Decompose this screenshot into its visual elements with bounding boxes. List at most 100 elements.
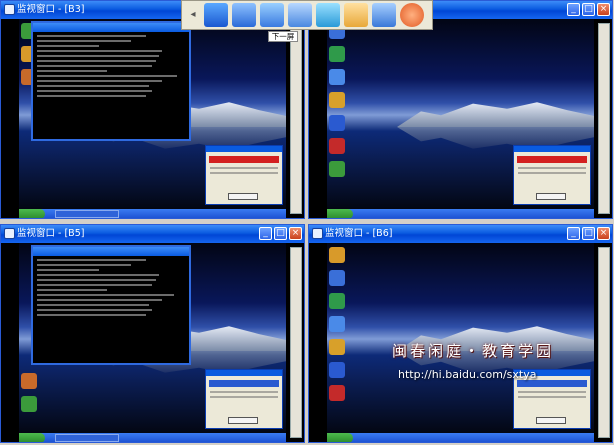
dialog-ok-button[interactable]: [228, 417, 258, 424]
desktop-icon[interactable]: [329, 316, 345, 332]
pane-titlebar[interactable]: 监视窗口 - [B5] _ □ ×: [1, 225, 304, 243]
window-buttons: _ □ ×: [567, 227, 610, 240]
command-prompt-titlebar: [33, 23, 189, 32]
dialog-text-line: [518, 172, 586, 174]
console-line: [37, 70, 108, 72]
restore-button[interactable]: □: [582, 227, 595, 240]
dialog-text-line: [518, 167, 586, 169]
console-line: [37, 274, 159, 276]
desktop-icon[interactable]: [329, 46, 345, 62]
command-prompt-window[interactable]: [31, 245, 191, 365]
dialog-text-line: [518, 391, 586, 393]
dialog-text-line: [210, 172, 278, 174]
dialog-info-banner: [517, 380, 587, 387]
restore-button[interactable]: □: [274, 227, 287, 240]
single-screen-icon[interactable]: [288, 3, 312, 27]
minimize-button[interactable]: _: [567, 3, 580, 16]
taskbar: [19, 209, 287, 218]
monitor-pane-2[interactable]: _ □ ×: [308, 0, 613, 219]
desktop-icon[interactable]: [21, 396, 37, 412]
monitor-grid: 监视窗口 - [B3] _ □ × 监视窗口 - [B5] _ □ × 监视窗口…: [0, 0, 614, 445]
start-button[interactable]: [327, 433, 353, 442]
refresh-icon[interactable]: [316, 3, 340, 27]
desktop-icon[interactable]: [329, 161, 345, 177]
console-line: [37, 35, 147, 37]
window-icon: [4, 4, 15, 15]
desktop-icons: [329, 247, 351, 401]
desktop-icon[interactable]: [329, 138, 345, 154]
transfer-icon[interactable]: [260, 3, 284, 27]
desktop-icon[interactable]: [329, 270, 345, 286]
vertical-scrollbar[interactable]: [598, 247, 610, 438]
console-line: [37, 75, 178, 77]
dialog-titlebar: [206, 146, 282, 152]
console-line: [37, 50, 162, 52]
window-icon: [312, 228, 323, 239]
start-button[interactable]: [19, 209, 45, 218]
console-line: [37, 45, 100, 47]
alert-dialog[interactable]: [513, 145, 591, 205]
vertical-scrollbar[interactable]: [290, 23, 302, 214]
alert-dialog[interactable]: [205, 369, 283, 429]
taskbar-item[interactable]: [55, 210, 119, 218]
vertical-scrollbar[interactable]: [290, 247, 302, 438]
minimize-button[interactable]: _: [259, 227, 272, 240]
console-line: [37, 95, 147, 97]
stop-icon[interactable]: [400, 3, 424, 27]
alert-dialog[interactable]: [205, 145, 283, 205]
screen-border: [309, 243, 327, 442]
desktop-icon[interactable]: [329, 69, 345, 85]
desktop-icon[interactable]: [329, 247, 345, 263]
minimize-button[interactable]: _: [567, 227, 580, 240]
command-prompt-window[interactable]: [31, 21, 191, 141]
close-button[interactable]: ×: [597, 227, 610, 240]
screen-border: [1, 243, 19, 442]
hand-icon[interactable]: [344, 3, 368, 27]
vertical-scrollbar[interactable]: [598, 23, 610, 214]
dialog-titlebar: [514, 146, 590, 152]
dialog-ok-button[interactable]: [536, 193, 566, 200]
dialog-text-line: [210, 391, 278, 393]
taskbar: [327, 433, 595, 442]
monitor-toolbar: ◂: [181, 0, 433, 30]
dialog-info-banner: [209, 380, 279, 387]
desktop-icon[interactable]: [329, 293, 345, 309]
arrow-left-icon[interactable]: ◂: [186, 3, 200, 27]
console-line: [37, 85, 150, 87]
close-button[interactable]: ×: [597, 3, 610, 16]
console-line: [37, 284, 153, 286]
screen-border: [1, 19, 19, 218]
fullscreen-icon[interactable]: [372, 3, 396, 27]
monitor-pane-b3[interactable]: 监视窗口 - [B3] _ □ ×: [0, 0, 305, 219]
next-screen-button[interactable]: 下一屏: [268, 31, 298, 42]
restore-button[interactable]: □: [582, 3, 595, 16]
console-line: [37, 309, 153, 311]
desktop-icon[interactable]: [329, 115, 345, 131]
multi-screen-icon[interactable]: [232, 3, 256, 27]
dialog-ok-button[interactable]: [536, 417, 566, 424]
close-button[interactable]: ×: [289, 227, 302, 240]
remote-desktop-screen[interactable]: [19, 243, 287, 442]
pane-titlebar[interactable]: 监视窗口 - [B6] _ □ ×: [309, 225, 612, 243]
remote-desktop-screen[interactable]: [19, 19, 287, 218]
desktop-icon[interactable]: [329, 385, 345, 401]
monitor-icon[interactable]: [204, 3, 228, 27]
console-line: [37, 269, 100, 271]
monitor-pane-b5[interactable]: 监视窗口 - [B5] _ □ ×: [0, 224, 305, 443]
desktop-icon[interactable]: [329, 362, 345, 378]
monitor-pane-b6[interactable]: 监视窗口 - [B6] _ □ ×: [308, 224, 613, 443]
dialog-text-line: [210, 396, 278, 398]
pane-title: 监视窗口 - [B5]: [17, 228, 85, 239]
console-line: [37, 55, 159, 57]
console-line: [37, 90, 153, 92]
pane-title: 监视窗口 - [B6]: [325, 228, 393, 239]
desktop-icon[interactable]: [329, 339, 345, 355]
start-button[interactable]: [327, 209, 353, 218]
remote-desktop-screen[interactable]: [327, 19, 595, 218]
desktop-icon[interactable]: [21, 373, 37, 389]
start-button[interactable]: [19, 433, 45, 442]
desktop-icon[interactable]: [329, 92, 345, 108]
dialog-ok-button[interactable]: [228, 193, 258, 200]
taskbar-item[interactable]: [55, 434, 119, 442]
console-line: [37, 294, 175, 296]
